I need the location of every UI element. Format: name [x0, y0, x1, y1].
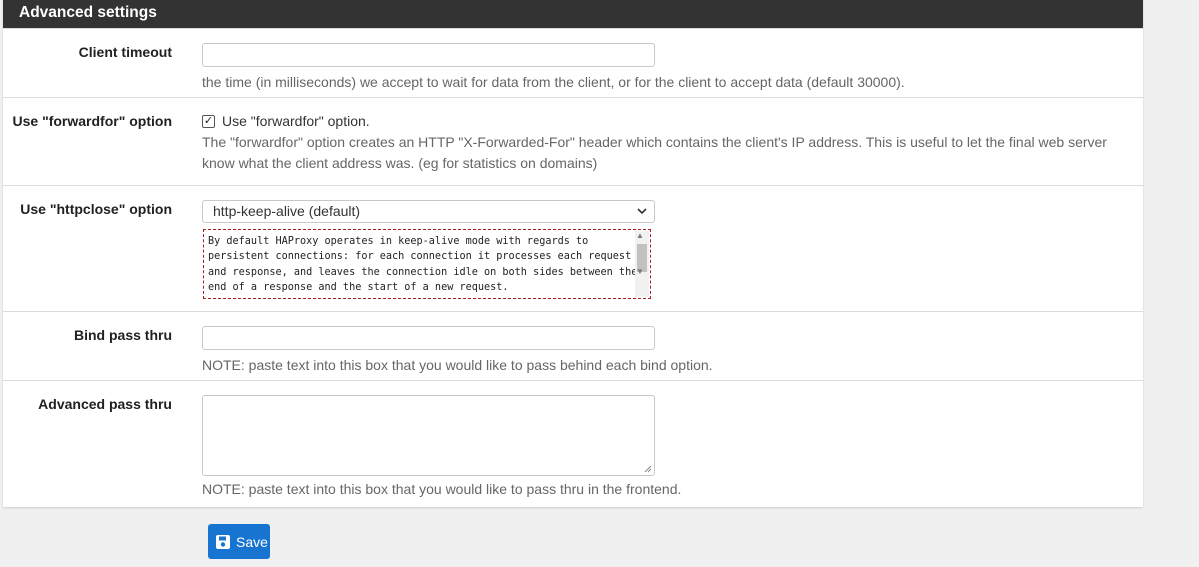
forwardfor-row: Use "forwardfor" option ✓ Use "forwardfo… — [3, 97, 1143, 185]
forwardfor-help-line2: know what the client address was. (eg fo… — [202, 155, 598, 171]
client-timeout-row: Client timeout the time (in milliseconds… — [3, 28, 1143, 97]
client-timeout-help: the time (in milliseconds) we accept to … — [202, 74, 905, 90]
floppy-disk-icon — [216, 534, 230, 549]
description-scrollbar[interactable]: ▲ ▼ — [635, 231, 649, 297]
bind-pass-thru-row: Bind pass thru NOTE: paste text into thi… — [3, 311, 1143, 380]
httpclose-row: Use "httpclose" option http-keep-alive (… — [3, 185, 1143, 311]
chevron-down-icon — [637, 208, 647, 215]
scroll-down-icon[interactable]: ▼ — [636, 267, 644, 276]
save-button-label: Save — [236, 533, 268, 550]
advanced-pass-thru-help: NOTE: paste text into this box that you … — [202, 481, 682, 497]
advanced-pass-thru-row: Advanced pass thru NOTE: paste text into… — [3, 380, 1143, 506]
bind-pass-thru-help: NOTE: paste text into this box that you … — [202, 357, 713, 373]
httpclose-description-box[interactable]: By default HAProxy operates in keep-aliv… — [203, 229, 651, 299]
panel-title: Advanced settings — [3, 0, 1143, 28]
client-timeout-label: Client timeout — [78, 44, 172, 60]
client-timeout-input[interactable] — [202, 43, 655, 67]
advanced-pass-thru-label: Advanced pass thru — [38, 396, 172, 412]
forwardfor-checkbox-label: Use "forwardfor" option. — [222, 113, 370, 129]
httpclose-selected-value: http-keep-alive (default) — [213, 203, 361, 219]
httpclose-select[interactable]: http-keep-alive (default) — [202, 200, 655, 223]
advanced-pass-thru-textarea[interactable] — [202, 395, 655, 476]
forwardfor-help-line1: The "forwardfor" option creates an HTTP … — [202, 134, 1107, 150]
forwardfor-label: Use "forwardfor" option — [12, 113, 173, 129]
httpclose-description: By default HAProxy operates in keep-aliv… — [208, 236, 638, 293]
scroll-up-icon[interactable]: ▲ — [636, 231, 644, 240]
httpclose-label: Use "httpclose" option — [20, 201, 172, 217]
bind-pass-thru-label: Bind pass thru — [73, 327, 172, 343]
bind-pass-thru-input[interactable] — [202, 326, 655, 350]
forwardfor-checkbox[interactable]: ✓ — [202, 114, 215, 128]
save-button[interactable]: Save — [208, 524, 270, 559]
advanced-settings-panel: Advanced settings Client timeout the tim… — [3, 0, 1143, 507]
resize-grip-icon[interactable] — [644, 465, 652, 473]
forwardfor-checkbox-line[interactable]: ✓ Use "forwardfor" option. — [202, 113, 1107, 129]
